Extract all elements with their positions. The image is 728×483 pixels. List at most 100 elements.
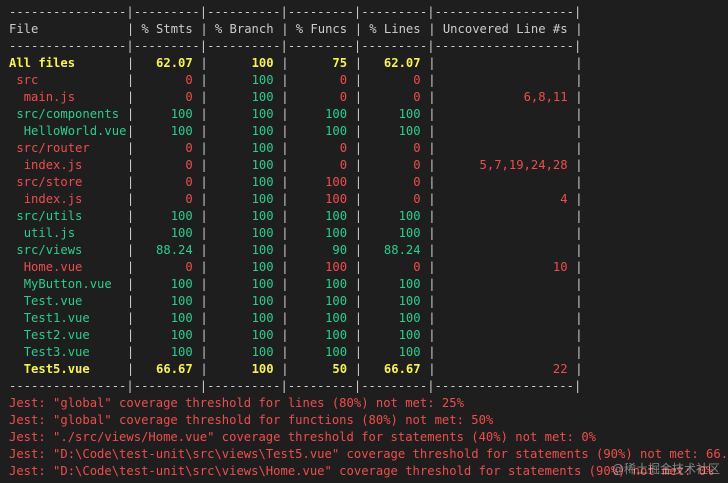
cell-file: index.js (23, 192, 83, 206)
cell-uncovered (435, 174, 567, 191)
column-separator: | (281, 311, 289, 325)
cell-file: Test2.vue (23, 328, 90, 342)
column-separator: | (428, 73, 436, 87)
column-separator: | (281, 243, 289, 257)
cell-lines: 62.07 (383, 56, 421, 70)
cell-branch: 100 (251, 328, 274, 342)
cell-branch: 100 (251, 294, 274, 308)
column-separator: | (354, 345, 363, 359)
cell-stmts: 100 (170, 328, 193, 342)
cell-funcs: 100 (325, 311, 348, 325)
column-separator: | (281, 260, 289, 274)
cell-uncovered (435, 276, 567, 293)
cell-lines: 66.67 (383, 362, 421, 376)
cell-stmts: 88.24 (156, 243, 193, 257)
cell-stmts: 0 (185, 90, 193, 104)
column-separator: | (428, 243, 436, 257)
column-separator: | (126, 56, 135, 70)
cell-funcs: 100 (325, 175, 348, 189)
column-separator: | (281, 141, 289, 155)
table-row: main.js 0 100 0 0 6,8,11 | | | | | | (9, 89, 728, 106)
column-separator: | (354, 209, 363, 223)
cell-stmts: 62.07 (156, 56, 193, 70)
column-separator: | (428, 158, 436, 172)
header-stmts: % Stmts (141, 22, 193, 36)
cell-uncovered (435, 106, 567, 123)
column-separator: | (200, 158, 208, 172)
cell-funcs: 50 (332, 362, 348, 376)
error-text: Jest: "global" coverage threshold for fu… (9, 413, 494, 427)
table-divider-bottom: ----------------|---------|----------|--… (9, 378, 728, 395)
cell-uncovered: 6,8,11 (523, 90, 568, 104)
cell-lines: 100 (398, 311, 421, 325)
cell-funcs: 100 (325, 107, 348, 121)
column-separator: | (354, 243, 363, 257)
cell-stmts: 100 (170, 124, 193, 138)
column-separator: | (354, 124, 363, 138)
cell-stmts: 0 (185, 158, 193, 172)
column-separator: | (281, 294, 289, 308)
cell-file: main.js (23, 90, 76, 104)
cell-file: src/components (16, 107, 120, 121)
column-separator: | (281, 56, 289, 70)
cell-stmts: 100 (170, 226, 193, 240)
column-separator: | (126, 141, 135, 155)
cell-branch: 100 (251, 141, 274, 155)
column-separator: | (126, 226, 135, 240)
error-text: Jest: "./src/views/Home.vue" coverage th… (9, 430, 596, 444)
cell-branch: 100 (251, 226, 274, 240)
column-separator: | (428, 345, 436, 359)
cell-branch: 100 (251, 345, 274, 359)
column-separator: | (354, 226, 363, 240)
cell-funcs: 0 (339, 90, 348, 104)
column-separator: | (281, 362, 289, 376)
cell-funcs: 75 (332, 56, 348, 70)
column-separator: | (575, 175, 583, 189)
column-separator: | (200, 328, 208, 342)
table-header-row: File % Stmts % Branch % Funcs % Lines Uncover… (9, 21, 728, 38)
column-separator: | (126, 294, 135, 308)
column-separator: | (126, 277, 135, 291)
cell-uncovered (435, 123, 567, 140)
column-separator: | (428, 277, 436, 291)
column-separator: | (428, 226, 436, 240)
cell-branch: 100 (251, 158, 274, 172)
table-row: Home.vue 0 100 100 0 10 | | | | | | (9, 259, 728, 276)
column-separator: | (575, 124, 583, 138)
column-separator: | (428, 294, 436, 308)
column-separator: | (281, 175, 289, 189)
table-row: util.js 100 100 100 100 | | | | | | (9, 225, 728, 242)
cell-lines: 100 (398, 226, 421, 240)
cell-file: MyButton.vue (23, 277, 112, 291)
header-lines: % Lines (369, 22, 421, 36)
table-row: All files 62.07 100 75 62.07 | | | | | | (9, 55, 728, 72)
column-separator: | (575, 141, 583, 155)
column-separator: | (575, 311, 583, 325)
column-separator: | (200, 73, 208, 87)
column-separator: | (575, 158, 583, 172)
column-separator: | (126, 362, 135, 376)
column-separator: | (281, 158, 289, 172)
column-separator: | (126, 124, 135, 138)
table-row: src/store 0 100 100 0 | | | | | | (9, 174, 728, 191)
cell-stmts: 66.67 (156, 362, 193, 376)
cell-stmts: 100 (170, 345, 193, 359)
cell-uncovered (435, 310, 567, 327)
column-separator: | (126, 345, 135, 359)
cell-lines: 100 (398, 124, 421, 138)
cell-branch: 100 (251, 56, 274, 70)
table-row: Test5.vue 66.67 100 50 66.67 22 | | | | | | (9, 361, 728, 378)
column-separator: | (126, 175, 135, 189)
column-separator: | (575, 22, 583, 36)
cell-funcs: 100 (325, 209, 348, 223)
cell-lines: 0 (413, 90, 421, 104)
cell-funcs: 100 (325, 192, 348, 206)
column-separator: | (575, 243, 583, 257)
table-row: src 0 100 0 0 | | | | | | (9, 72, 728, 89)
column-separator: | (126, 90, 135, 104)
cell-funcs: 0 (339, 73, 348, 87)
column-separator: | (126, 73, 135, 87)
cell-lines: 0 (413, 73, 421, 87)
column-separator: | (200, 175, 208, 189)
watermark: @稀土掘金技术社区 (611, 462, 720, 476)
